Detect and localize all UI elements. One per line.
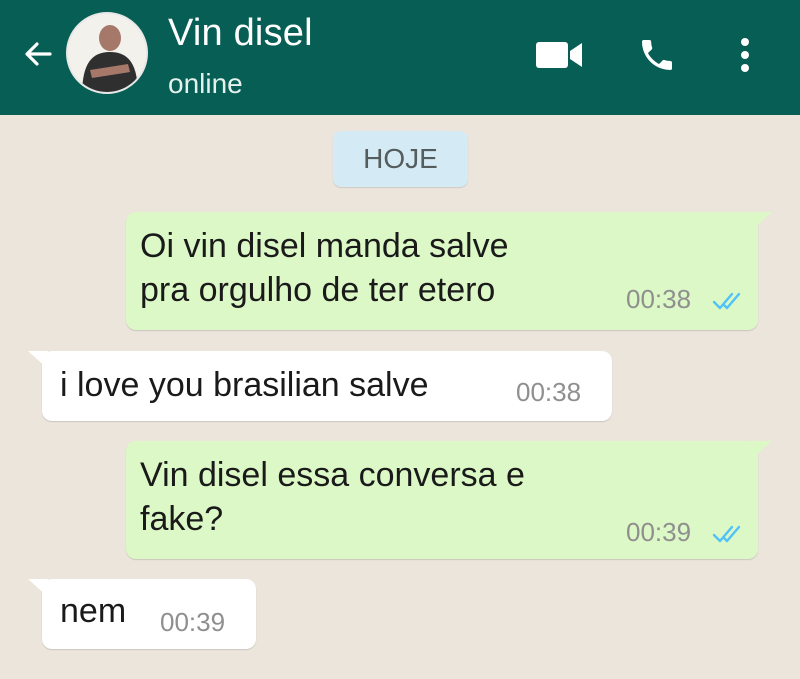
message-time: 00:39 [626,517,692,547]
contact-photo [68,14,146,92]
message-time: 00:38 [626,284,692,314]
message-bubble-incoming[interactable]: nem 00:39 [28,579,256,649]
video-call-icon [536,42,582,68]
contact-name[interactable]: Vin disel [168,12,313,55]
more-options-button[interactable] [718,28,772,82]
video-call-button[interactable] [532,28,586,82]
message-text: i love you brasilian salve [60,366,429,404]
message-bubble-outgoing[interactable]: Vin disel essa conversa e fake? 00:39 [126,441,772,559]
message-text: Oi vin disel manda salve pra orgulho de … [140,227,509,309]
message-bubble-incoming[interactable]: i love you brasilian salve 00:38 [28,351,612,421]
contact-avatar[interactable] [66,12,148,94]
message-time: 00:38 [516,377,582,407]
voice-call-icon [642,40,672,70]
bubble-tail [752,441,772,459]
contact-status: online [168,68,243,99]
read-receipt-icon [712,292,741,310]
message-bubble-outgoing[interactable]: Oi vin disel manda salve pra orgulho de … [126,212,772,330]
bubble-tail [752,212,772,230]
message-time: 00:39 [160,607,226,637]
read-receipt-icon [712,525,741,543]
message-text: nem [60,592,127,630]
message-text: Vin disel essa conversa e fake? [140,456,525,538]
voice-call-button[interactable] [630,28,684,82]
date-divider: HOJE [333,131,468,187]
back-button[interactable] [18,34,58,74]
chat-area: HOJE Oi vin disel manda salve pra orgulh… [0,115,800,679]
more-options-icon [741,38,749,72]
chat-header: Vin disel online [0,0,800,115]
bubble-tail [28,351,48,369]
bubble-tail [28,579,48,597]
back-arrow-icon [25,42,52,66]
